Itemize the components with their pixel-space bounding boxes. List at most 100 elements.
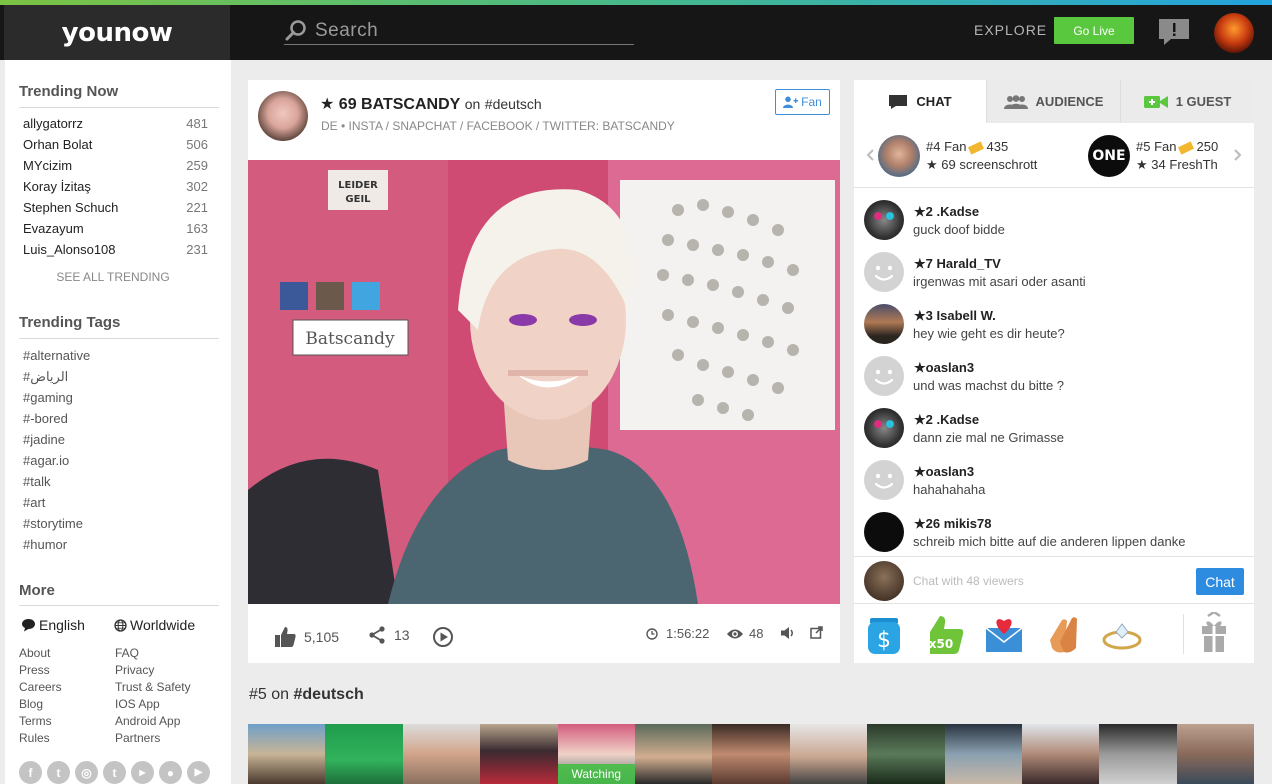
facebook-icon[interactable]: f — [19, 761, 42, 784]
tag-link[interactable]: #jadine — [23, 432, 65, 447]
broadcast-thumbnail[interactable] — [944, 724, 1022, 784]
broadcast-thumbnail[interactable] — [248, 724, 326, 784]
trending-item[interactable]: Luis_Alonso108 231 — [23, 242, 208, 257]
tag-link[interactable]: #alternative — [23, 348, 90, 363]
chat-input[interactable]: Chat with 48 viewers — [913, 574, 1024, 588]
chevron-left-icon[interactable] — [866, 149, 874, 161]
trending-item[interactable]: Koray İzitaş 302 — [23, 179, 208, 194]
broadcast-thumbnail-current[interactable]: Watching — [557, 724, 635, 784]
tab-audience[interactable]: AUDIENCE — [986, 80, 1120, 123]
broadcast-thumbnail[interactable] — [480, 724, 558, 784]
left-sidebar: Trending Now allygatorrz 481 Orhan Bolat 5… — [5, 60, 231, 784]
twitter-icon[interactable]: t — [47, 761, 70, 784]
broadcaster-avatar[interactable] — [258, 91, 308, 141]
default-avatar-icon[interactable] — [864, 252, 904, 292]
broadcast-tag-link[interactable]: #deutsch — [485, 96, 542, 112]
broadcast-thumbnail[interactable] — [402, 724, 481, 784]
chevron-right-icon[interactable] — [1234, 149, 1242, 161]
tumblr-icon[interactable]: t — [103, 761, 126, 784]
careers-link[interactable]: Careers — [19, 680, 62, 694]
user-avatar[interactable] — [1214, 13, 1254, 53]
explore-link[interactable]: EXPLORE — [974, 22, 1047, 38]
chat-tabs: CHAT AUDIENCE 1 GUEST — [854, 80, 1254, 123]
batscandy-sign: Batscandy — [305, 329, 395, 349]
youtube-icon[interactable]: ▶ — [131, 761, 154, 784]
share-button[interactable]: 13 — [368, 626, 410, 644]
chat-avatar[interactable] — [864, 304, 904, 344]
google-play-icon[interactable]: ▶ — [187, 761, 210, 784]
gift-box-icon[interactable] — [1194, 612, 1234, 656]
popout-button[interactable] — [810, 626, 823, 639]
thumbs-up-x50-icon[interactable]: x50 — [922, 612, 966, 656]
trending-item[interactable]: allygatorrz 481 — [23, 116, 208, 131]
default-avatar-icon[interactable] — [864, 460, 904, 500]
see-all-trending-link[interactable]: SEE ALL TRENDING — [5, 270, 221, 284]
broadcast-thumbnail[interactable] — [712, 724, 790, 784]
tag-link[interactable]: #art — [23, 495, 45, 510]
trust-safety-link[interactable]: Trust & Safety — [115, 680, 191, 694]
apple-icon[interactable]: ● — [159, 761, 182, 784]
search-input[interactable]: Search — [315, 20, 378, 42]
tag-link[interactable]: #agar.io — [23, 453, 69, 468]
ranking-tag-link[interactable]: #deutsch — [294, 686, 364, 703]
top-fan-item[interactable]: #4 Fan 435 ★ 69 screenschrott — [878, 135, 1037, 177]
ticket-icon — [1178, 140, 1195, 155]
tag-link[interactable]: #talk — [23, 474, 50, 489]
tag-link[interactable]: #gaming — [23, 390, 73, 405]
trending-item[interactable]: Orhan Bolat 506 — [23, 137, 208, 152]
region-selector[interactable]: Worldwide — [114, 617, 195, 633]
ios-app-link[interactable]: IOS App — [115, 697, 160, 711]
broadcast-thumbnail[interactable] — [634, 724, 713, 784]
younow-logo[interactable]: younow — [4, 5, 230, 60]
chat-avatar[interactable] — [864, 512, 904, 552]
fan-button[interactable]: Fan — [775, 89, 830, 115]
broadcast-thumbnail[interactable] — [1021, 724, 1100, 784]
default-avatar-icon[interactable] — [864, 356, 904, 396]
tab-guest[interactable]: 1 GUEST — [1120, 80, 1254, 123]
chat-message: ★oaslan3 und was machst du bitte ? — [864, 356, 1244, 396]
diamond-ring-icon[interactable] — [1100, 612, 1144, 656]
replay-button[interactable] — [432, 626, 454, 648]
trending-item[interactable]: Evazayum 163 — [23, 221, 208, 236]
broadcast-thumbnail[interactable] — [789, 724, 868, 784]
clap-hands-icon[interactable] — [1042, 612, 1086, 656]
love-letter-icon[interactable] — [982, 612, 1026, 656]
chat-avatar[interactable] — [864, 200, 904, 240]
volume-button[interactable] — [780, 626, 796, 640]
send-chat-button[interactable]: Chat — [1196, 568, 1244, 595]
thumbs-up-icon — [275, 627, 296, 647]
speech-bubble-icon — [22, 619, 35, 632]
eye-icon — [727, 629, 743, 638]
search-box[interactable]: Search — [284, 17, 634, 45]
android-app-link[interactable]: Android App — [115, 714, 180, 728]
about-link[interactable]: About — [19, 646, 50, 660]
tag-link[interactable]: #-bored — [23, 411, 68, 426]
tab-chat[interactable]: CHAT — [854, 80, 986, 123]
rules-link[interactable]: Rules — [19, 731, 50, 745]
broadcast-thumbnail[interactable] — [325, 724, 403, 784]
privacy-link[interactable]: Privacy — [115, 663, 154, 677]
terms-link[interactable]: Terms — [19, 714, 52, 728]
tag-link[interactable]: #storytime — [23, 516, 83, 531]
dollar-jar-icon[interactable]: $ — [862, 612, 906, 656]
chat-avatar[interactable] — [864, 408, 904, 448]
go-live-button[interactable]: Go Live — [1054, 17, 1134, 44]
broadcast-thumbnail[interactable] — [1176, 724, 1255, 784]
broadcaster-name[interactable]: BATSCANDY — [361, 96, 460, 113]
trending-item[interactable]: Stephen Schuch 221 — [23, 200, 208, 215]
tag-link[interactable]: #humor — [23, 537, 67, 552]
press-link[interactable]: Press — [19, 663, 50, 677]
broadcast-thumbnail[interactable] — [1099, 724, 1177, 784]
language-selector[interactable]: English — [21, 617, 85, 633]
live-video[interactable]: LEIDER GEIL Batscandy — [248, 160, 840, 604]
trending-item[interactable]: MYcizim 259 — [23, 158, 208, 173]
instagram-icon[interactable]: ◎ — [75, 761, 98, 784]
like-button[interactable]: 5,105 — [274, 626, 339, 648]
tag-link[interactable]: #الرياض — [23, 369, 68, 385]
messages-icon[interactable] — [1158, 18, 1190, 46]
faq-link[interactable]: FAQ — [115, 646, 139, 660]
partners-link[interactable]: Partners — [115, 731, 160, 745]
blog-link[interactable]: Blog — [19, 697, 43, 711]
top-fan-item[interactable]: ONE #5 Fan 250 ★ 34 FreshTh — [1088, 135, 1226, 177]
broadcast-thumbnail[interactable] — [867, 724, 945, 784]
